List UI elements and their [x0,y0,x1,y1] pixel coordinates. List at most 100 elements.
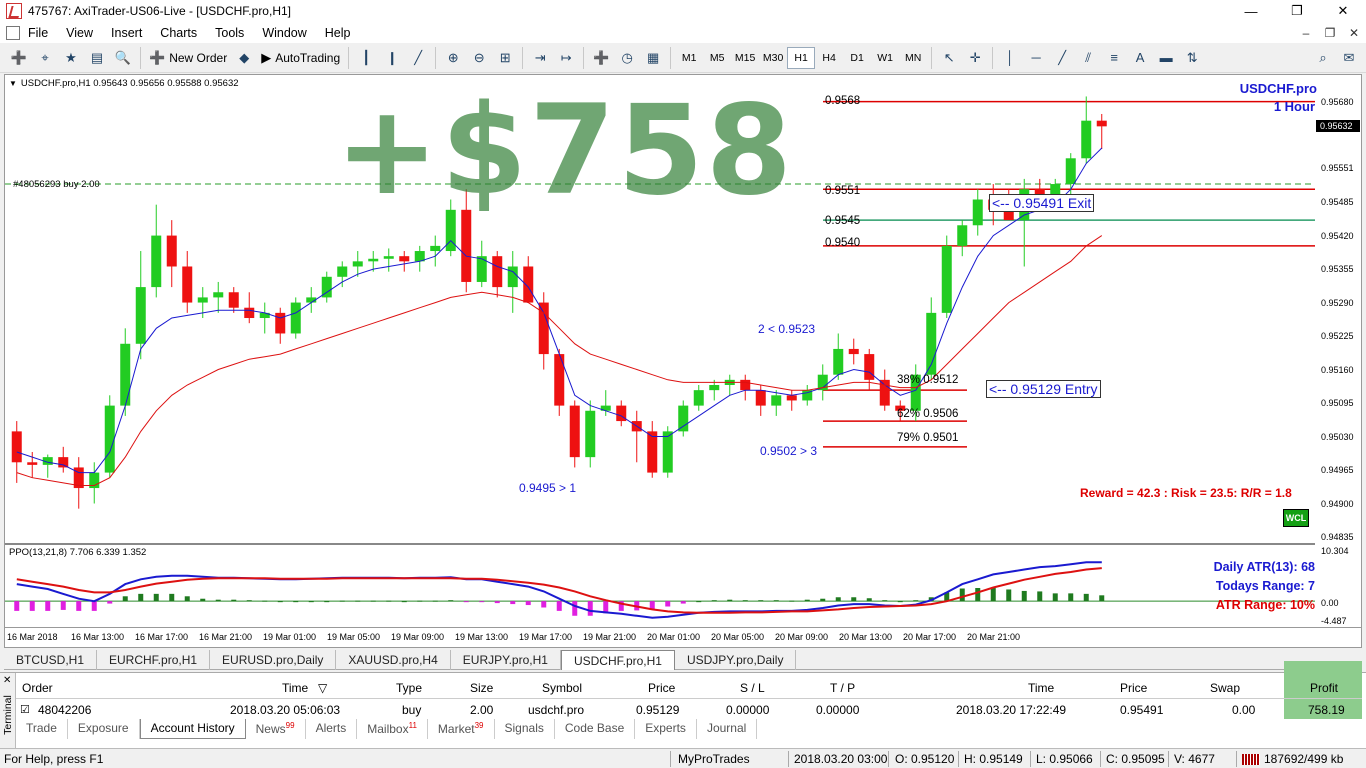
cursor-icon[interactable]: ↖ [938,47,960,69]
timeframe-mn[interactable]: MN [899,47,927,69]
app-logo-icon [6,3,22,19]
document-icon[interactable] [6,25,20,40]
navigator-icon[interactable]: 🔍 [112,47,134,69]
menu-help[interactable]: Help [325,26,351,40]
tile-windows-icon[interactable]: ⊞ [494,47,516,69]
ppo-indicator-pane[interactable] [5,545,1315,627]
chart-tab-eurchf[interactable]: EURCHF.pro,H1 [97,650,211,670]
histogram-bar [820,598,826,602]
col-close-price[interactable]: Price [1120,681,1147,695]
zoom-out-icon[interactable]: ⊖ [468,47,490,69]
indicators-icon[interactable]: ➕ [590,47,612,69]
chart-tab-eurjpy[interactable]: EURJPY.pro,H1 [451,650,561,670]
timeframe-h1[interactable]: H1 [787,46,816,69]
trendline-icon[interactable]: ╱ [1051,47,1073,69]
col-time[interactable]: Time [282,681,308,695]
channel-icon[interactable]: ⫽ [1077,47,1099,69]
timeframe-w1[interactable]: W1 [871,47,899,69]
table-row[interactable]: ☑ 48042206 2018.03.20 05:06:03 buy 2.00 … [16,699,1362,721]
col-symbol[interactable]: Symbol [542,681,582,695]
zoom-in-icon[interactable]: ⊕ [442,47,464,69]
metaeditor-icon[interactable]: ◆ [233,47,255,69]
crosshair-icon[interactable]: ✛ [964,47,986,69]
label-icon[interactable]: ▬ [1155,47,1177,69]
terminal-close-icon[interactable]: ✕ [3,675,11,686]
chart-tab-eurusd[interactable]: EURUSD.pro,Daily [210,650,337,670]
status-profile[interactable]: MyProTrades [678,752,750,766]
tab-journal[interactable]: Journal [697,719,758,739]
cell-time: 2018.03.20 05:06:03 [230,703,341,717]
col-profit[interactable]: Profit [1310,681,1338,695]
bar-chart-icon[interactable]: ┃ [355,47,377,69]
line-chart-icon[interactable]: ╱ [407,47,429,69]
periods-clock-icon[interactable]: ◷ [616,47,638,69]
col-order[interactable]: Order [22,681,53,695]
timeframe-m5[interactable]: M5 [703,47,731,69]
timeframe-h4[interactable]: H4 [815,47,843,69]
new-chart-icon[interactable]: ➕ [8,47,30,69]
price-axis[interactable]: 0.95680 0.95551 0.95485 0.95420 0.95355 0.952… [1315,75,1361,543]
tab-alerts[interactable]: Alerts [306,719,358,739]
col-type[interactable]: Type [396,681,422,695]
timeframe-d1[interactable]: D1 [843,47,871,69]
profiles-icon[interactable]: ⌖ [34,47,56,69]
templates-icon[interactable]: ▦ [642,47,664,69]
atr-range-label: ATR Range: 10% [1215,598,1315,612]
col-size[interactable]: Size [470,681,493,695]
col-price[interactable]: Price [648,681,675,695]
maximize-icon[interactable]: ❐ [1274,0,1320,22]
mdi-restore-icon[interactable]: ❐ [1318,22,1342,43]
chat-icon[interactable]: ✉ [1338,47,1360,69]
timeframe-m30[interactable]: M30 [759,47,787,69]
chart-tab-btcusd[interactable]: BTCUSD,H1 [4,650,98,670]
candlestick-icon[interactable]: ❙ [381,47,403,69]
autotrading-button[interactable]: ▶ AutoTrading [261,47,340,69]
tab-market[interactable]: Market39 [428,719,495,739]
menu-view[interactable]: View [66,26,93,40]
candle-body [693,390,704,406]
collapse-triangle-icon[interactable]: ▼ [9,79,17,88]
col-tp[interactable]: T / P [830,681,855,695]
new-order-button[interactable]: ➕ New Order [149,47,227,69]
candle-body [337,266,348,277]
timeframe-m1[interactable]: M1 [675,47,703,69]
tab-exposure[interactable]: Exposure [68,719,140,739]
wcl-badge: WCL [1283,509,1309,527]
menu-file[interactable]: File [28,26,48,40]
arrows-icon[interactable]: ⇅ [1181,47,1203,69]
minimize-icon[interactable]: — [1228,0,1274,22]
search-icon[interactable]: ⌕ [1312,47,1334,69]
menu-window[interactable]: Window [262,26,306,40]
chart-window[interactable]: ▼ USDCHF.pro,H1 0.95643 0.95656 0.95588 0… [4,74,1362,648]
chart-tab-usdjpy[interactable]: USDJPY.pro,Daily [675,650,797,670]
favorites-star-icon[interactable]: ★ [60,47,82,69]
chart-tab-usdchf[interactable]: USDCHF.pro,H1 [560,650,675,670]
tab-experts[interactable]: Experts [635,719,697,739]
menu-insert[interactable]: Insert [111,26,142,40]
tab-code-base[interactable]: Code Base [555,719,636,739]
tab-news[interactable]: News99 [246,719,306,739]
chart-tab-xauusd[interactable]: XAUUSD.pro,H4 [336,650,451,670]
menu-tools[interactable]: Tools [215,26,244,40]
vertical-line-icon[interactable]: │ [999,47,1021,69]
col-swap[interactable]: Swap [1210,681,1240,695]
mdi-close-icon[interactable]: ✕ [1342,22,1366,43]
col-close-time[interactable]: Time [1028,681,1054,695]
tab-signals[interactable]: Signals [495,719,555,739]
mdi-minimize-icon[interactable]: – [1294,22,1318,43]
horizontal-line-icon[interactable]: ─ [1025,47,1047,69]
chart-shift-icon[interactable]: ↦ [555,47,577,69]
text-icon[interactable]: A [1129,47,1151,69]
tab-mailbox[interactable]: Mailbox11 [357,719,428,739]
market-watch-icon[interactable]: ▤ [86,47,108,69]
close-icon[interactable]: ✕ [1320,0,1366,22]
fibonacci-icon[interactable]: ≡ [1103,47,1125,69]
tab-account-history[interactable]: Account History [139,719,246,739]
auto-scroll-icon[interactable]: ⇥ [529,47,551,69]
col-sl[interactable]: S / L [740,681,765,695]
tab-trade[interactable]: Trade [16,719,68,739]
menu-charts[interactable]: Charts [160,26,197,40]
timeframe-m15[interactable]: M15 [731,47,759,69]
tab-experts-label: Experts [645,721,686,735]
candle-body [1096,120,1107,127]
